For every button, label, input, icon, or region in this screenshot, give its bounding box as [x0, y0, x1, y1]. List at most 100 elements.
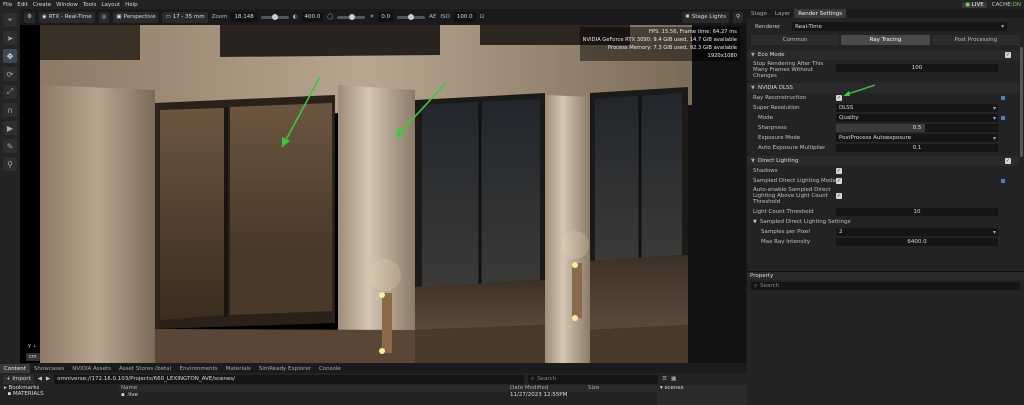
direct-lighting-title: Direct Lighting [757, 158, 799, 164]
renderer-dropdown[interactable]: Real-Time [792, 22, 1008, 31]
subtab-ray-tracing[interactable]: Ray Tracing [841, 35, 930, 45]
camera-button[interactable]: ▣ Perspective [113, 11, 159, 23]
snap-magnet-icon[interactable]: ∩ [3, 103, 17, 117]
direct-lighting-checkbox[interactable]: ✓ [1005, 158, 1011, 164]
reset-icon[interactable] [1001, 179, 1005, 183]
rotate-tool-icon[interactable]: ⟳ [3, 67, 17, 81]
search-icon: ⌕ [754, 282, 758, 289]
hud-resolution: 1920x1080 [707, 53, 737, 59]
live-label: LIVE [971, 1, 984, 8]
live-badge[interactable]: ● LIVE [962, 1, 987, 8]
tab-content[interactable]: Content [0, 364, 30, 373]
materials-item[interactable]: ▪ MATERIALS [4, 391, 118, 397]
auto-exposure-multiplier-field[interactable]: 0.1 [836, 144, 998, 152]
lock-icon[interactable]: ⊡ [480, 14, 485, 20]
frame-tool-icon[interactable]: ⌖ [3, 13, 17, 27]
column-name[interactable]: Name [118, 385, 510, 392]
grid-view-icon[interactable]: ▦ [671, 376, 676, 382]
lens-button[interactable]: ▭ 17 - 35 mm [162, 11, 208, 23]
play-icon[interactable]: ▶ [3, 121, 17, 135]
zoom-slider[interactable] [260, 13, 289, 20]
visibility-button[interactable]: ◎ [98, 11, 110, 23]
tab-layer[interactable]: Layer [771, 9, 794, 18]
samples-per-pixel-dropdown[interactable]: 2 [836, 228, 998, 236]
sampled-settings-header[interactable]: ▼ Sampled Direct Lighting Settings [747, 217, 1019, 227]
samples-per-pixel-label: Samples per Pixel [761, 229, 810, 235]
auto-enable-checkbox[interactable]: ✓ [836, 193, 842, 199]
settings-gear-button[interactable]: ⚙ [24, 11, 35, 23]
section-nvidia-dlss[interactable]: ▼ NVIDIA DLSS [747, 83, 1019, 93]
rtx-icon: ◉ [41, 14, 47, 20]
units-badge[interactable]: cm [26, 353, 40, 361]
subtab-common[interactable]: Common [751, 35, 840, 45]
stop-rendering-field[interactable]: 100 [836, 64, 998, 72]
tab-environments[interactable]: Environments [176, 364, 222, 373]
menu-tools[interactable]: Tools [83, 2, 97, 8]
sharpness-row: Sharpness 0.5 [747, 123, 1019, 133]
gear-icon: ⚙ [27, 14, 32, 20]
eco-mode-checkbox[interactable]: ✓ [1005, 52, 1011, 58]
menu-layout[interactable]: Layout [101, 2, 120, 8]
list-view-icon[interactable]: ☰ [662, 376, 667, 382]
max-ray-intensity-field[interactable]: 6400.0 [836, 238, 998, 246]
shadows-checkbox[interactable]: ✓ [836, 168, 842, 174]
menu-window[interactable]: Window [56, 2, 78, 8]
column-date[interactable]: Date Modified [510, 385, 588, 392]
dlss-mode-dropdown[interactable]: Quality [836, 114, 998, 122]
ev-slider[interactable] [397, 13, 426, 20]
tab-stage[interactable]: Stage [747, 9, 771, 18]
ray-reconstruction-row: Ray Reconstruction ✓ [747, 84, 1019, 103]
exposure-mode-dropdown[interactable]: PostProcess Autoexposure [836, 134, 998, 142]
reset-icon[interactable] [1001, 96, 1005, 100]
left-toolbar: ⌖ ➤ ✥ ⟳ ⤢ ∩ ▶ ✎ ⚲ [0, 9, 20, 364]
section-eco-mode[interactable]: ▼ Eco Mode ✓ [747, 50, 1019, 60]
tab-materials[interactable]: Materials [222, 364, 255, 373]
physics-tool-icon[interactable]: ⚲ [3, 157, 17, 171]
focus-field[interactable]: 400.0 [301, 12, 324, 22]
zoom-field[interactable]: 18.148 [231, 12, 257, 22]
sampled-mode-checkbox[interactable]: ✓ [836, 178, 842, 184]
menu-file[interactable]: File [3, 2, 12, 8]
content-search-input[interactable]: ⌕ Search [528, 374, 659, 384]
scenes-panel[interactable]: ▾ scenes [657, 385, 747, 405]
move-tool-icon[interactable]: ✥ [3, 49, 17, 63]
section-direct-lighting[interactable]: ▼ Direct Lighting ✓ [747, 156, 1019, 166]
property-header[interactable]: Property [747, 272, 1024, 280]
path-input[interactable]: omniverse://172.16.0.103/Projects/660_LE… [54, 374, 525, 384]
menu-help[interactable]: Help [125, 2, 138, 8]
light-count-field[interactable]: 10 [836, 208, 998, 216]
import-button[interactable]: + Import [3, 374, 34, 384]
viewport[interactable]: FPS: 15.56, Frame time: 64.27 ms NVIDIA … [20, 25, 746, 363]
ae-label[interactable]: AE [429, 14, 436, 20]
pin-button[interactable]: ⚲ [732, 11, 743, 23]
property-search-input[interactable]: ⌕ Search [751, 282, 1020, 290]
tab-render-settings[interactable]: Render Settings [794, 9, 847, 18]
table-row[interactable]: ▪ .live 11/27/2023 12:55PM [118, 392, 657, 399]
aperture-slider[interactable] [337, 13, 366, 20]
menu-create[interactable]: Create [33, 2, 51, 8]
stage-lights-button[interactable]: ✺ Stage Lights [682, 11, 729, 23]
subtab-post-processing[interactable]: Post Processing [931, 35, 1020, 45]
renderer-label: Renderer [755, 23, 781, 30]
tab-nvidia-assets[interactable]: NVIDIA Assets [68, 364, 115, 373]
reset-icon[interactable] [1001, 116, 1005, 120]
lens-icon: ▭ [165, 14, 171, 20]
sharpness-slider[interactable]: 0.5 [836, 124, 998, 132]
menu-edit[interactable]: Edit [17, 2, 28, 8]
column-size[interactable]: Size [588, 385, 599, 392]
scale-tool-icon[interactable]: ⤢ [3, 85, 17, 99]
settings-scrollbar[interactable] [1020, 47, 1023, 157]
tab-console[interactable]: Console [315, 364, 345, 373]
tab-showcases[interactable]: Showcases [30, 364, 68, 373]
ev-field[interactable]: 0.0 [378, 12, 394, 22]
tab-asset-stores[interactable]: Asset Stores (beta) [115, 364, 176, 373]
renderer-button[interactable]: ◉ RTX - Real-Time [38, 11, 95, 23]
paint-brush-icon[interactable]: ✎ [3, 139, 17, 153]
back-arrow-icon[interactable]: ◀ [38, 376, 42, 382]
eye-icon: ◎ [101, 14, 107, 20]
select-arrow-icon[interactable]: ➤ [3, 31, 17, 45]
forward-arrow-icon[interactable]: ▶ [46, 376, 50, 382]
iso-field[interactable]: 100.0 [453, 12, 476, 22]
super-resolution-dropdown[interactable]: DLSS [836, 104, 998, 112]
tab-simready-explorer[interactable]: SimReady Explorer [255, 364, 315, 373]
